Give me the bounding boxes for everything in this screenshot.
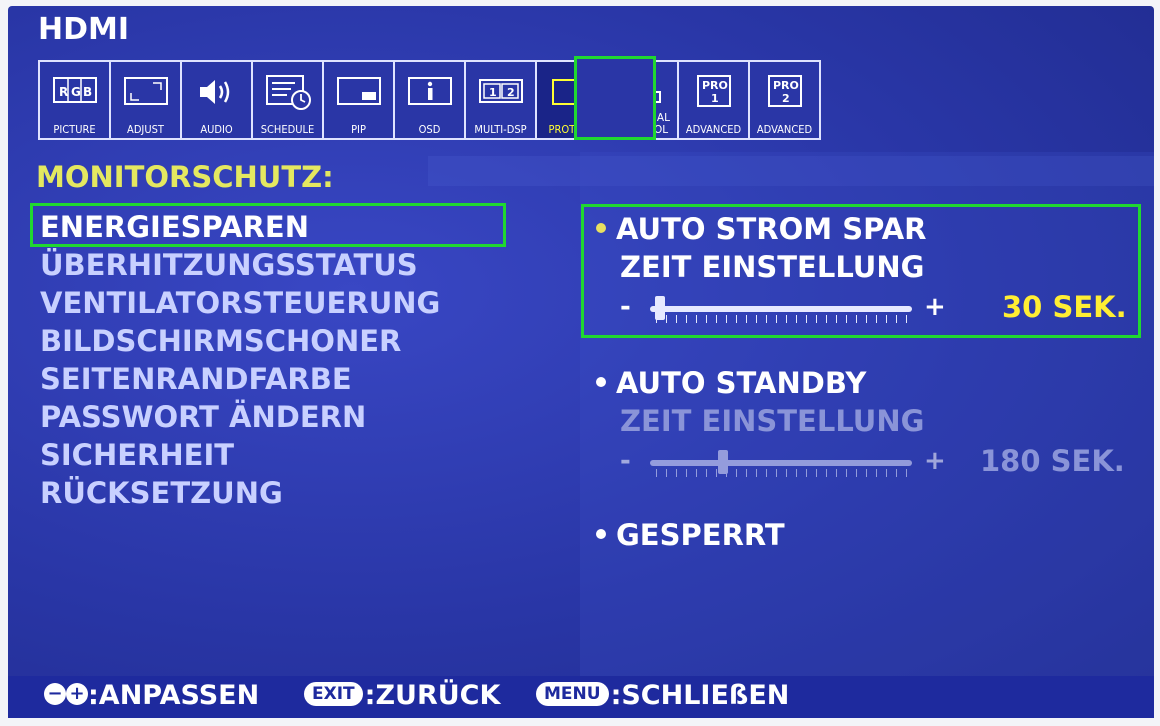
svg-text:R: R [59,85,68,99]
section-title: MONITORSCHUTZ: [36,160,334,194]
svg-text:1: 1 [489,86,497,99]
selected-tab-highlight [574,56,656,140]
slider-ticks [656,469,908,477]
info-icon [408,77,452,105]
exit-key-icon: EXIT [304,681,363,706]
auto-standby-slider[interactable]: - + [620,446,950,478]
tab-label: MULTI-DSP [474,123,527,136]
tab-label: OSD [418,123,441,136]
tab-audio[interactable]: AUDIO [180,60,253,140]
svg-text:G: G [71,85,81,99]
exit-hint-label: :ZURÜCK [364,680,501,711]
minus-button-icon: − [44,682,66,705]
pip-icon [337,77,381,105]
option-label: GESPERRT [616,518,785,552]
option-selection-highlight [581,204,1141,338]
tab-label: SCHEDULE [260,123,315,136]
tab-label: AUDIO [200,123,233,136]
tab-multi-dsp[interactable]: 1 2 MULTI-DSP [464,60,537,140]
adjust-hint-label: :ANPASSEN [88,680,260,711]
badge-text-pro: PRO [773,79,799,92]
pro2-icon: PRO 2 [768,75,802,107]
auto-standby-value: 180 SEK. [980,444,1125,478]
speaker-icon [200,80,230,104]
slider-plus[interactable]: + [924,446,946,476]
exit-hint: EXIT:ZURÜCK [304,680,500,711]
menu-item-ueberhitzungsstatus[interactable]: ÜBERHITZUNGSSTATUS [40,246,440,284]
svg-text:2: 2 [507,86,515,99]
tab-label: PICTURE [53,123,96,136]
schedule-icon [266,75,311,110]
tab-picture[interactable]: R G B PICTURE [38,60,111,140]
tab-adjust[interactable]: ADJUST [109,60,182,140]
footer-hint-bar: − +:ANPASSEN EXIT:ZURÜCK MENU:SCHLIEßEN [8,676,1154,718]
badge-text-num: 2 [782,92,790,105]
option-auto-standby[interactable]: AUTO STANDBY [596,366,866,400]
slider-minus[interactable]: - [620,446,631,476]
menu-item-bildschirmschoner[interactable]: BILDSCHIRMSCHONER [40,322,440,360]
menu-hint-label: :SCHLIEßEN [610,680,790,711]
tab-label: ADJUST [127,123,164,136]
svg-text:B: B [83,85,92,99]
menu-item-seitenrandfarbe[interactable]: SEITENRANDFARBE [40,360,440,398]
tab-label: ADVANCED [685,123,742,136]
plus-button-icon: + [66,682,88,705]
option-locked[interactable]: GESPERRT [596,518,785,552]
tab-schedule[interactable]: SCHEDULE [251,60,324,140]
menu-item-passwort-aendern[interactable]: PASSWORT ÄNDERN [40,398,440,436]
slider-thumb[interactable] [718,450,729,474]
rgb-picture-icon: R G B [53,77,97,103]
menu-item-sicherheit[interactable]: SICHERHEIT [40,436,440,474]
badge-text-num: 1 [711,92,719,105]
badge-text-pro: PRO [702,79,728,92]
tab-osd[interactable]: OSD [393,60,466,140]
tab-label: ADVANCED [756,123,813,136]
menu-hint: MENU:SCHLIEßEN [536,680,789,711]
tab-label: PIP [351,123,366,136]
tab-bar: R G B PICTURE ADJUST AUDIO SCHEDULE PIP … [38,60,821,140]
multi-display-icon: 1 2 [479,79,523,103]
menu-item-ruecksetzung[interactable]: RÜCKSETZUNG [40,474,440,512]
input-source-title: HDMI [38,12,130,47]
protect-menu: ENERGIESPAREN ÜBERHITZUNGSSTATUS VENTILA… [40,208,440,512]
adjust-hint: − +:ANPASSEN [44,680,259,711]
adjust-icon [124,77,168,105]
option-sublabel: ZEIT EINSTELLUNG [620,404,925,438]
menu-key-icon: MENU [536,681,609,706]
tab-advanced-pro2[interactable]: PRO 2 ADVANCED [748,60,821,140]
menu-selection-highlight [30,203,506,247]
pro1-icon: PRO 1 [697,75,731,107]
option-label: AUTO STANDBY [616,366,867,400]
tab-advanced-pro1[interactable]: PRO 1 ADVANCED [677,60,750,140]
slider-track [650,460,912,466]
tab-pip[interactable]: PIP [322,60,395,140]
bullet-icon [596,529,606,539]
menu-item-ventilatorsteuerung[interactable]: VENTILATORSTEUERUNG [40,284,440,322]
bullet-icon [596,377,606,387]
